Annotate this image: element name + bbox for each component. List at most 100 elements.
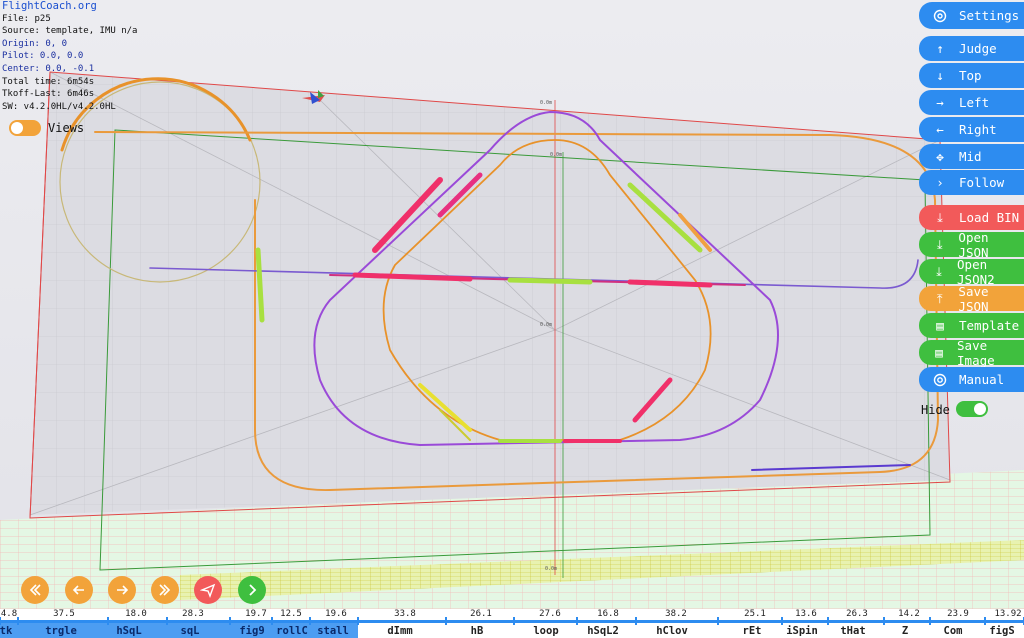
timeline-duration: 14.2: [898, 609, 920, 619]
svg-text:0.0m: 0.0m: [540, 322, 552, 328]
timeline-duration: 33.8: [394, 609, 416, 619]
move-icon: ✥: [936, 149, 944, 164]
open-json2-label: Open JSON2: [957, 256, 995, 287]
timeline-manoeuvre-hClov[interactable]: hClov: [656, 625, 688, 637]
load-bin-label: Load BIN: [959, 210, 1020, 225]
timeline-manoeuvre-trgle[interactable]: trgle: [45, 625, 77, 637]
rewind-button[interactable]: [21, 576, 49, 604]
send-button[interactable]: [194, 576, 222, 604]
timeline-manoeuvre-rEt[interactable]: rEt: [743, 625, 762, 637]
timeline-duration: 16.8: [597, 609, 619, 619]
timeline-duration: 25.1: [744, 609, 766, 619]
save-json-label: Save JSON: [958, 283, 989, 314]
timeline-manoeuvre-stall[interactable]: stall: [317, 625, 349, 637]
timeline-duration: 37.5: [53, 609, 75, 619]
timeline-duration: 13.92: [994, 609, 1022, 619]
timeline-manoeuvre-hSqL2[interactable]: hSqL2: [587, 625, 619, 637]
manual-button[interactable]: Manual: [919, 367, 1024, 392]
back-button[interactable]: [65, 576, 93, 604]
hide-toggle[interactable]: [956, 401, 988, 417]
right-button[interactable]: ← Right: [919, 117, 1024, 142]
forward-button[interactable]: [108, 576, 136, 604]
timeline-manoeuvre-iSpin[interactable]: iSpin: [786, 625, 818, 637]
timeline-marks: [0, 617, 1024, 638]
gear-icon: [931, 8, 949, 24]
mid-button[interactable]: ✥ Mid: [919, 144, 1024, 169]
follow-button[interactable]: › Follow: [919, 170, 1024, 195]
top-button[interactable]: ↓ Top: [919, 63, 1024, 88]
center-label: Center: 0.0, -0.1: [2, 63, 95, 74]
svg-text:0.0m: 0.0m: [540, 100, 552, 106]
timeline-manoeuvre-hB[interactable]: hB: [471, 625, 484, 637]
load-bin-button[interactable]: ⤓ Load BIN: [919, 205, 1024, 230]
download-icon: ⤓: [937, 209, 943, 225]
fast-forward-button[interactable]: [151, 576, 179, 604]
lifebuoy-icon: [931, 373, 949, 387]
views-toggle[interactable]: [9, 120, 41, 136]
timeline-duration: 12.5: [280, 609, 302, 619]
open-json-button[interactable]: ⤓ Open JSON: [919, 229, 1024, 260]
timeline-manoeuvre-figS[interactable]: figS: [989, 625, 1014, 637]
template-label: Template: [959, 318, 1020, 333]
timeline-duration: 26.1: [470, 609, 492, 619]
open-json2-button[interactable]: ⤓ Open JSON2: [919, 256, 1024, 287]
rewind-icon: [29, 584, 41, 596]
timeline-manoeuvre-loop[interactable]: loop: [533, 625, 558, 637]
template-button[interactable]: ▤ Template: [919, 313, 1024, 338]
total-time-label: Total time: 6m54s: [2, 76, 95, 87]
open-json-label: Open JSON: [958, 229, 989, 260]
send-icon: [200, 583, 216, 598]
svg-text:0.0m: 0.0m: [545, 566, 557, 572]
timeline-duration: 27.6: [539, 609, 561, 619]
arrow-up-icon: ↑: [936, 41, 944, 56]
timeline-manoeuvre-tHat[interactable]: tHat: [840, 625, 865, 637]
timeline-manoeuvre-tk[interactable]: tk: [0, 625, 12, 637]
file-label: File: p25: [2, 13, 51, 24]
hide-label: Hide: [921, 403, 950, 417]
timeline-manoeuvre-fig9[interactable]: fig9: [239, 625, 264, 637]
fast-forward-icon: [159, 584, 171, 596]
sw-version-label: SW: v4.2.0HL/v4.2.0HL: [2, 101, 116, 112]
timeline-manoeuvre-hSqL[interactable]: hSqL: [116, 625, 141, 637]
arrow-left-icon: ←: [936, 122, 944, 137]
mid-label: Mid: [959, 149, 982, 164]
timeline-manoeuvre-Z[interactable]: Z: [902, 625, 908, 637]
follow-label: Follow: [959, 175, 1005, 190]
timeline-duration: 13.6: [795, 609, 817, 619]
svg-text:0.0m: 0.0m: [550, 152, 562, 158]
save-image-label: Save Image: [957, 337, 995, 368]
save-json-button[interactable]: ⤒ Save JSON: [919, 283, 1024, 314]
manual-label: Manual: [959, 372, 1005, 387]
judge-button[interactable]: ↑ Judge: [919, 36, 1024, 61]
left-button[interactable]: → Left: [919, 90, 1024, 115]
timeline-duration: 26.3: [846, 609, 868, 619]
settings-button[interactable]: Settings: [919, 2, 1024, 29]
timeline-manoeuvre-Com[interactable]: Com: [944, 625, 963, 637]
document-icon: ▤: [936, 318, 944, 333]
left-label: Left: [959, 95, 990, 110]
timeline-duration: 38.2: [665, 609, 687, 619]
tkoff-last-label: Tkoff-Last: 6m46s: [2, 89, 95, 100]
back-icon: [72, 585, 84, 595]
source-label: Source: template, IMU n/a: [2, 26, 138, 37]
chevron-right-icon: ›: [936, 175, 944, 190]
save-image-button[interactable]: ▤ Save Image: [919, 337, 1024, 368]
document-icon: ▤: [935, 345, 943, 360]
upload-icon: ⤒: [936, 290, 943, 306]
play-button[interactable]: [238, 576, 266, 604]
flight-3d-view[interactable]: 0.0m 0.0m 0.0m 0.0m: [0, 0, 1024, 638]
timeline-manoeuvre-dImm[interactable]: dImm: [387, 625, 412, 637]
timeline-duration: 23.9: [947, 609, 969, 619]
judge-label: Judge: [959, 41, 997, 56]
site-link[interactable]: FlightCoach.org: [2, 0, 137, 13]
timeline-duration: 28.3: [182, 609, 204, 619]
forward-icon: [117, 585, 129, 595]
top-label: Top: [959, 68, 982, 83]
timeline-manoeuvre-rollC[interactable]: rollC: [276, 625, 308, 637]
download-icon: ⤓: [936, 236, 943, 252]
timeline-manoeuvre-sqL[interactable]: sqL: [181, 625, 200, 637]
timeline-duration: 19.6: [325, 609, 347, 619]
download-icon: ⤓: [936, 263, 942, 279]
timeline-duration: 18.0: [125, 609, 147, 619]
play-icon: [249, 584, 257, 596]
